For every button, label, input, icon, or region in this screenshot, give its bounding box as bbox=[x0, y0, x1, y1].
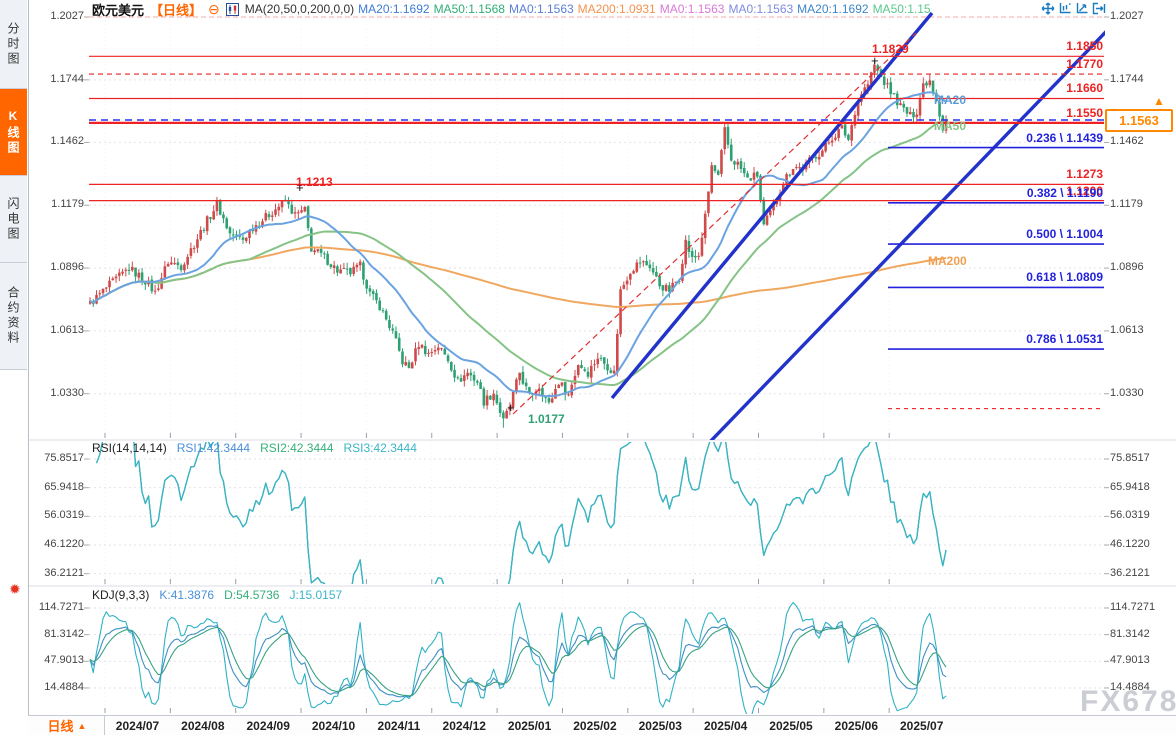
date-label: 2024/11 bbox=[378, 719, 421, 733]
price-up-arrow-icon: ▲ bbox=[1153, 95, 1165, 107]
candlestick-chart-icon bbox=[226, 3, 239, 16]
trading-chart-app: 分时图K线图闪电图合约资料 ✹ 欧元美元 【日线】 ⊖ MA(20,50,0,2… bbox=[0, 0, 1176, 735]
kdj-header: KDJ(9,3,3) K:41.3876 D:54.5736 J:15.0157 bbox=[92, 588, 352, 602]
date-label: 2024/07 bbox=[116, 719, 159, 733]
date-label: 2024/08 bbox=[181, 719, 224, 733]
indicator-value: RSI2:42.3444 bbox=[260, 441, 333, 455]
sidebar: 分时图K线图闪电图合约资料 bbox=[0, 0, 29, 735]
watermark: FX678 bbox=[1080, 685, 1176, 719]
timeframe-label: 【日线】 bbox=[150, 0, 202, 19]
indicator-value: MA50:1.1568 bbox=[434, 2, 505, 16]
axis-arrow-icon[interactable] bbox=[1075, 2, 1089, 15]
date-label: 2025/03 bbox=[639, 719, 682, 733]
date-label: 2025/05 bbox=[769, 719, 812, 733]
chart-canvas[interactable] bbox=[0, 0, 1176, 735]
indicator-value: MA20:1.1692 bbox=[797, 2, 868, 16]
ma-values: MA(20,50,0,200,0,0) MA20:1.1692 MA50:1.156… bbox=[245, 2, 935, 16]
chart-toolbar bbox=[1041, 2, 1106, 15]
indicator-value: RSI(14,14,14) bbox=[92, 441, 167, 455]
indicator-value: MA(20,50,0,200,0,0) bbox=[245, 2, 354, 16]
date-label: 2024/12 bbox=[443, 719, 486, 733]
indicator-value: MA0:1.1563 bbox=[660, 2, 725, 16]
indicator-value: K:41.3876 bbox=[159, 588, 214, 602]
chart-header: 欧元美元 【日线】 ⊖ MA(20,50,0,200,0,0) MA20:1.16… bbox=[28, 0, 1176, 18]
indicator-value: MA50:1.15 bbox=[873, 2, 931, 16]
sidebar-tab-2[interactable]: 闪电图 bbox=[0, 176, 27, 263]
sidebar-tab-1[interactable]: K线图 bbox=[0, 89, 27, 176]
period-selector[interactable]: 日线 ▲ bbox=[30, 716, 105, 735]
indicator-value: KDJ(9,3,3) bbox=[92, 588, 149, 602]
indicator-value: J:15.0157 bbox=[289, 588, 342, 602]
indicator-value: RSI3:42.3444 bbox=[344, 441, 417, 455]
period-selector-label: 日线 bbox=[48, 716, 74, 735]
exit-fullscreen-icon[interactable] bbox=[1092, 2, 1106, 15]
date-label: 2025/04 bbox=[704, 719, 747, 733]
sidebar-tab-3[interactable]: 合约资料 bbox=[0, 263, 27, 370]
timeline-bar: 日线 ▲ 2024/07 2024/08 2024/09 2024/10 2024/11… bbox=[28, 715, 1176, 735]
date-label: 2025/07 bbox=[900, 719, 943, 733]
current-price-value: 1.1563 bbox=[1119, 113, 1159, 128]
sidebar-tab-0[interactable]: 分时图 bbox=[0, 0, 27, 89]
indicator-value: D:54.5736 bbox=[224, 588, 279, 602]
indicator-value: MA20:1.1692 bbox=[358, 2, 429, 16]
date-label: 2025/06 bbox=[835, 719, 878, 733]
indicator-value: RSI1:42.3444 bbox=[177, 441, 250, 455]
date-label: 2025/02 bbox=[573, 719, 616, 733]
date-label: 2024/09 bbox=[246, 719, 289, 733]
date-label: 2025/01 bbox=[508, 719, 551, 733]
collapse-icon[interactable]: ⊖ bbox=[208, 2, 220, 16]
indicator-value: MA200:1.0931 bbox=[578, 2, 656, 16]
date-label: 2024/10 bbox=[312, 719, 355, 733]
triangle-up-icon: ▲ bbox=[78, 721, 87, 731]
symbol-name: 欧元美元 bbox=[92, 0, 144, 19]
rsi-header: RSI(14,14,14) RSI1:42.3444 RSI2:42.3444 RSI… bbox=[92, 441, 427, 455]
starburst-icon[interactable]: ✹ bbox=[9, 582, 21, 596]
current-price-tag: 1.1563 bbox=[1105, 109, 1173, 132]
indicator-value: MA0:1.1563 bbox=[509, 2, 574, 16]
pan-icon[interactable] bbox=[1041, 2, 1055, 15]
axis-scale-icon[interactable] bbox=[1058, 2, 1072, 15]
indicator-value: MA0:1.1563 bbox=[728, 2, 793, 16]
